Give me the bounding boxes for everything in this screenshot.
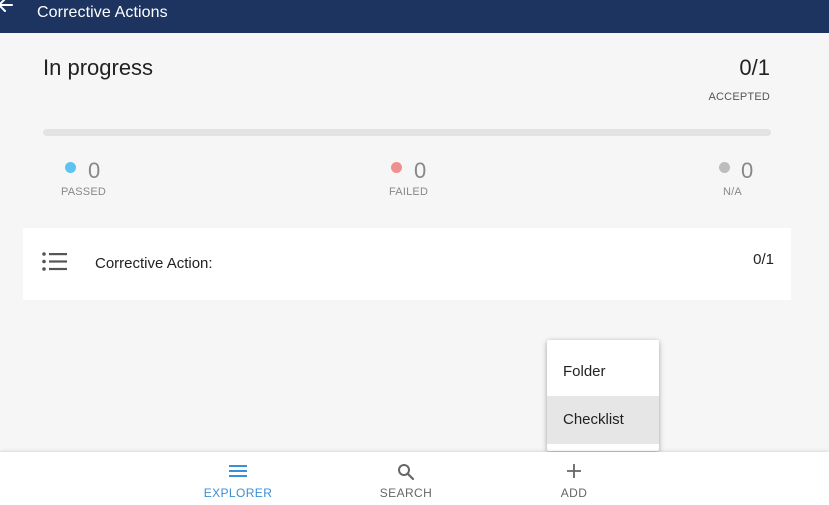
na-label: N/A xyxy=(723,186,742,198)
tab-explorer[interactable]: EXPLORER xyxy=(178,452,298,505)
progress-bar xyxy=(43,129,771,136)
app-header: Corrective Actions xyxy=(0,0,829,33)
menu-item-checklist[interactable]: Checklist xyxy=(547,396,659,444)
back-arrow-icon[interactable] xyxy=(0,0,16,16)
passed-dot-icon xyxy=(65,162,76,173)
status-text: In progress xyxy=(43,55,154,80)
na-dot-icon xyxy=(719,162,730,173)
tab-add-label: ADD xyxy=(560,486,588,500)
list-icon xyxy=(42,252,67,271)
menu-icon xyxy=(229,465,247,477)
passed-label: PASSED xyxy=(61,186,107,198)
page-title: Corrective Actions xyxy=(37,4,168,21)
tab-search[interactable]: SEARCH xyxy=(346,452,466,505)
tab-add[interactable]: ADD xyxy=(514,452,634,505)
tab-explorer-label: EXPLORER xyxy=(203,486,273,500)
failed-dot-icon xyxy=(391,162,402,173)
tab-search-label: SEARCH xyxy=(379,486,433,500)
plus-icon xyxy=(567,464,581,478)
bottom-nav: EXPLORER SEARCH ADD xyxy=(0,452,829,505)
na-count: 0 xyxy=(741,158,754,183)
item-label: Corrective Action: xyxy=(95,255,213,272)
item-count: 0/1 xyxy=(753,251,774,268)
accepted-caption: ACCEPTED xyxy=(708,91,770,103)
add-menu: Folder Checklist xyxy=(547,340,659,451)
passed-count: 0 xyxy=(88,158,101,183)
search-icon xyxy=(398,464,415,481)
accepted-ratio: 0/1 xyxy=(739,55,770,80)
corrective-action-item[interactable]: Corrective Action: 0/1 xyxy=(23,228,791,300)
menu-item-folder[interactable]: Folder xyxy=(547,348,659,396)
failed-count: 0 xyxy=(414,158,427,183)
failed-label: FAILED xyxy=(389,186,429,198)
